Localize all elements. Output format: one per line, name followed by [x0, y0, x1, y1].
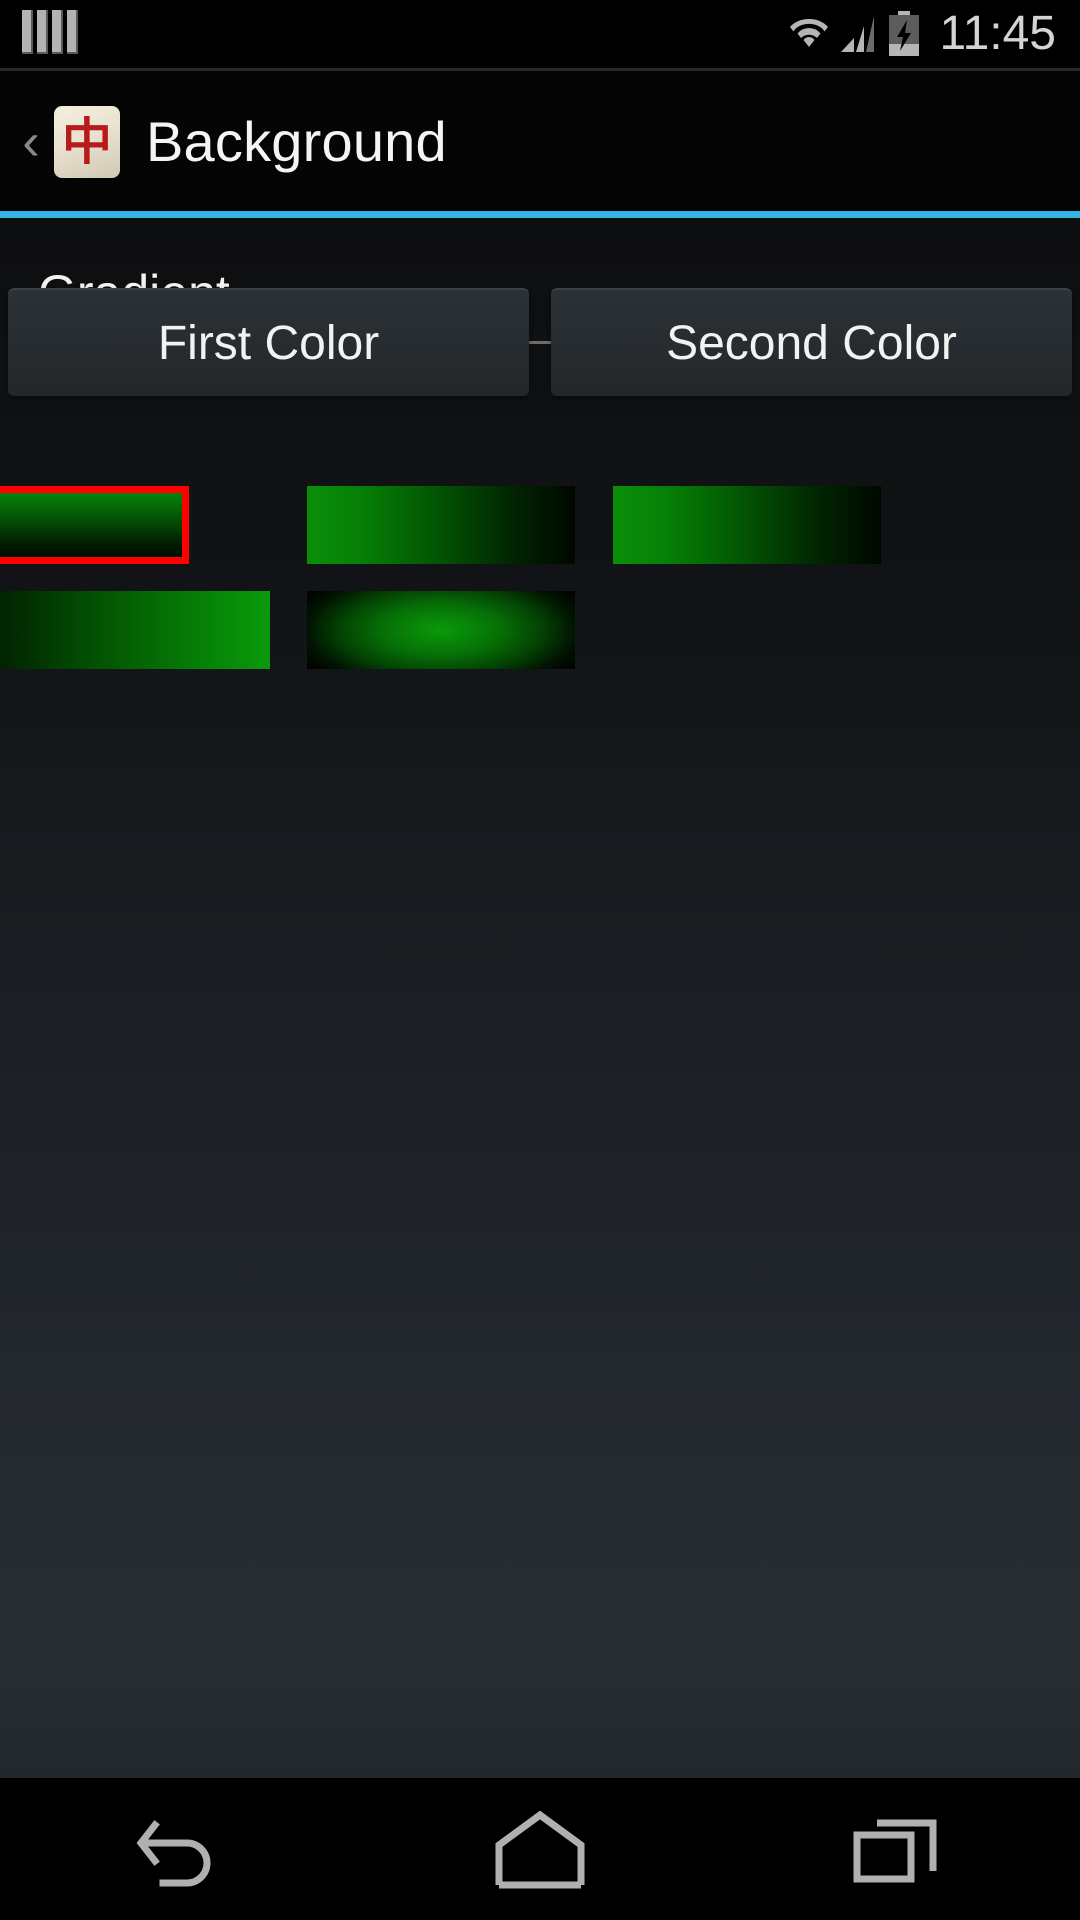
gradient-swatch-radial[interactable]: [307, 591, 575, 669]
battery-charging-icon: [887, 11, 921, 57]
gradient-swatch-grid: [0, 486, 1080, 706]
gradient-swatch-vertical-top[interactable]: [0, 486, 189, 564]
color-button-row: First Color Second Color: [8, 288, 1072, 396]
status-bar: 11:45: [0, 0, 1080, 68]
status-bar-icons: 11:45: [787, 0, 1056, 68]
android-nav-bar: [0, 1778, 1080, 1920]
recents-nav-icon[interactable]: [800, 1778, 1000, 1920]
gradient-swatch-horizontal-right[interactable]: [0, 591, 270, 669]
accent-divider: [0, 211, 1080, 218]
first-color-button[interactable]: First Color: [8, 288, 529, 396]
wifi-icon: [787, 14, 831, 54]
android-screen: 11:45 ‹ 中 Background Gradient First Colo…: [0, 0, 1080, 1920]
gradient-swatch-horizontal-left[interactable]: [307, 486, 575, 564]
action-bar: ‹ 中 Background: [0, 71, 1080, 213]
second-color-button[interactable]: Second Color: [551, 288, 1072, 396]
gradient-swatch-row: [0, 591, 1080, 669]
back-chevron-icon[interactable]: ‹: [14, 116, 48, 168]
content-area: Gradient First Color Second Color: [0, 218, 1080, 1778]
status-bar-clock: 11:45: [939, 7, 1056, 60]
gradient-swatch-row: [0, 486, 1080, 564]
page-title: Background: [146, 110, 447, 173]
back-nav-icon[interactable]: [80, 1778, 280, 1920]
sim-card-icon: [22, 10, 82, 58]
cellular-signal-icon: [841, 14, 877, 54]
gradient-swatch-horizontal-left-2[interactable]: [613, 486, 881, 564]
mahjong-tile-icon[interactable]: 中: [54, 106, 120, 178]
home-nav-icon[interactable]: [440, 1778, 640, 1920]
